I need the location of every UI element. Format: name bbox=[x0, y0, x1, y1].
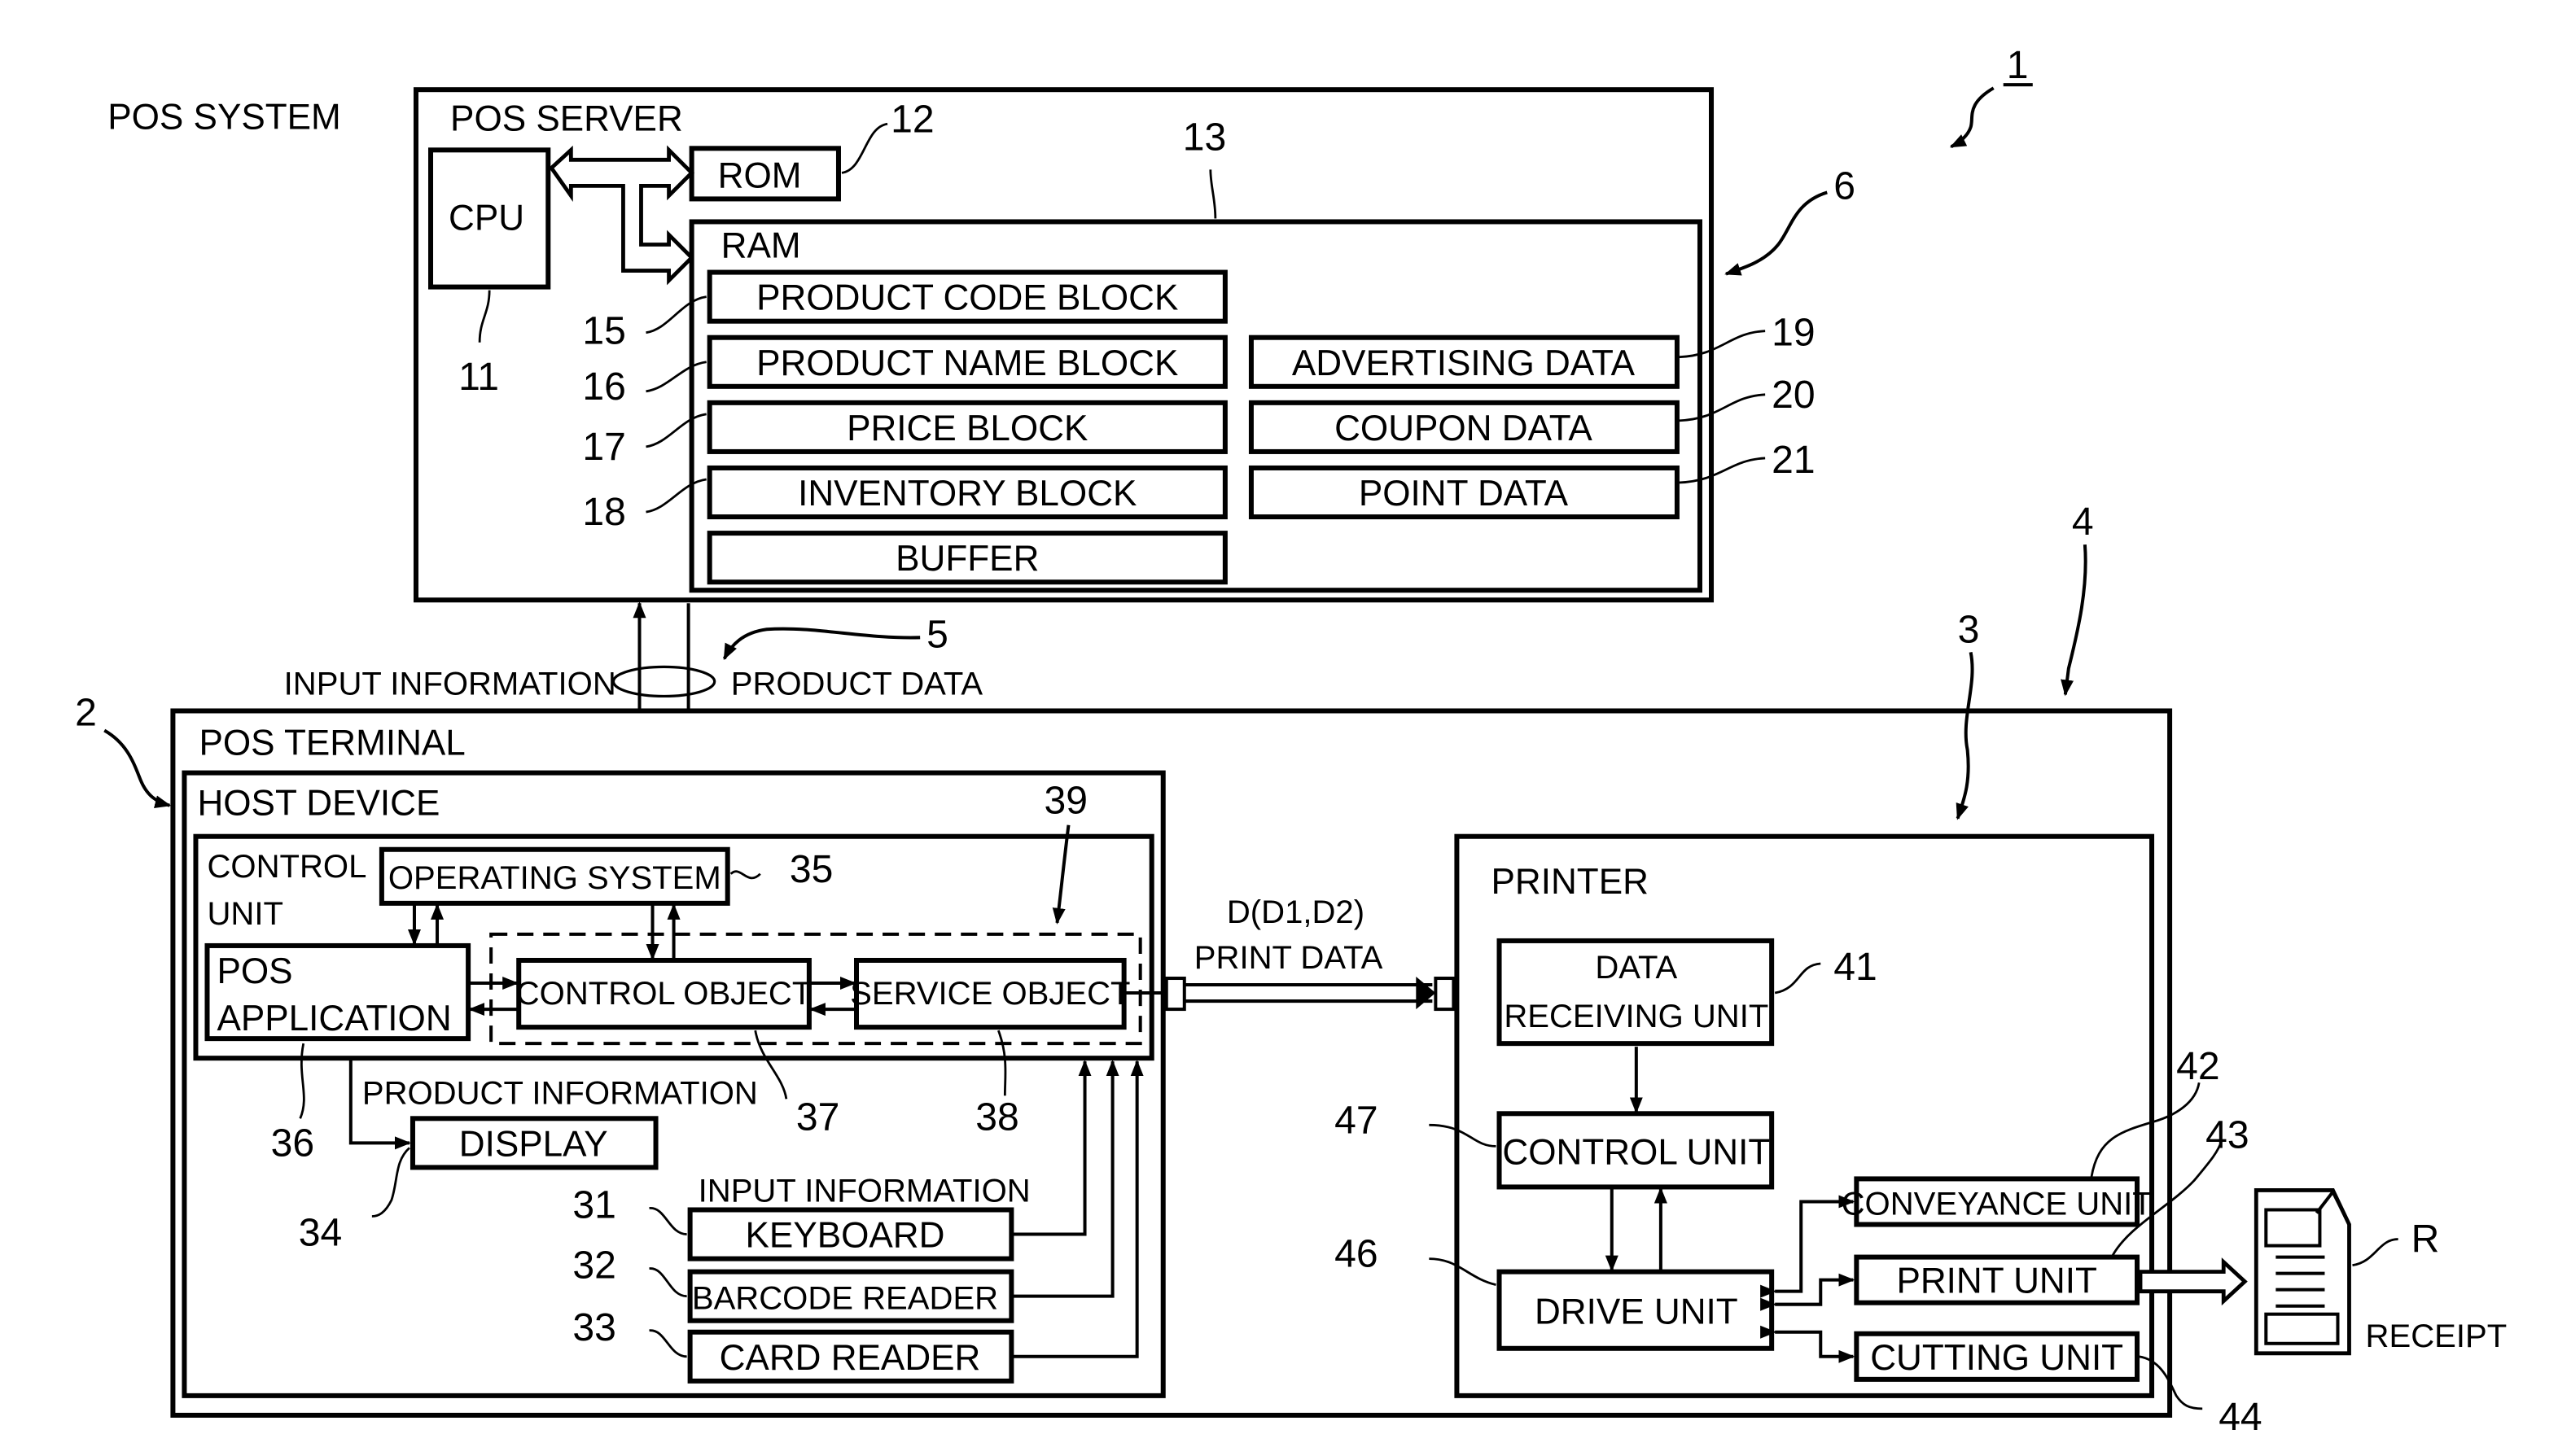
pos-terminal-title: POS TERMINAL bbox=[199, 724, 465, 763]
ram-left-block-label: PRODUCT NAME BLOCK bbox=[756, 343, 1178, 383]
ram-right-block-ref: 20 bbox=[1772, 373, 1815, 417]
receipt: R RECEIPT bbox=[2254, 1188, 2508, 1356]
rom-label: ROM bbox=[718, 155, 802, 195]
ram-left-block-label: PRODUCT CODE BLOCK bbox=[756, 278, 1178, 318]
ram-left-block: BUFFER bbox=[707, 531, 1228, 585]
ram-right-block-label: ADVERTISING DATA bbox=[1292, 343, 1636, 383]
cutting-unit-ref: 44 bbox=[2219, 1395, 2262, 1439]
input-device-ref: 31 bbox=[572, 1183, 615, 1227]
host-device: HOST DEVICE CONTROL UNIT OPERATING SYSTE… bbox=[182, 770, 1166, 1398]
system-ref-number: 1 bbox=[2007, 43, 2029, 87]
ram-left-block-ref: 17 bbox=[582, 425, 625, 469]
terminal-ref: 2 bbox=[75, 690, 97, 734]
host-device-title: HOST DEVICE bbox=[197, 784, 440, 824]
data-receiving-label-2: RECEIVING UNIT bbox=[1504, 999, 1768, 1034]
cutting-unit-label: CUTTING UNIT bbox=[1870, 1338, 2123, 1378]
conveyance-unit-label: CONVEYANCE UNIT bbox=[1842, 1187, 2153, 1222]
data-receiving-ref: 41 bbox=[1833, 945, 1877, 989]
print-unit-ref: 43 bbox=[2205, 1113, 2249, 1156]
pos-terminal: POS TERMINAL 2 4 HOST DEVICE CONTROL UNI… bbox=[75, 500, 2262, 1439]
input-device-ref: 32 bbox=[572, 1244, 615, 1288]
ram-left-block-label: BUFFER bbox=[896, 539, 1039, 579]
cpu-label: CPU bbox=[449, 198, 524, 238]
service-object-label: SERVICE OBJECT bbox=[850, 976, 1130, 1012]
ram-ref: 13 bbox=[1183, 115, 1226, 159]
ram-right-block-label: POINT DATA bbox=[1359, 474, 1569, 514]
pos-app-label-2: APPLICATION bbox=[217, 999, 452, 1038]
pos-system-diagram: POS SYSTEM 1 POS SERVER CPU 11 ROM 12 RA… bbox=[75, 43, 2508, 1439]
control-unit-label-1: CONTROL bbox=[207, 849, 366, 885]
print-unit-label: PRINT UNIT bbox=[1896, 1261, 2096, 1301]
receipt-label: RECEIPT bbox=[2366, 1318, 2508, 1354]
ram-left-block-label: PRICE BLOCK bbox=[847, 409, 1088, 448]
os-ref: 35 bbox=[790, 847, 833, 891]
ram-right-block-label: COUPON DATA bbox=[1334, 409, 1592, 448]
server-ref: 6 bbox=[1833, 164, 1855, 208]
input-information-label: INPUT INFORMATION bbox=[699, 1173, 1031, 1209]
ram-left-block-ref: 16 bbox=[582, 365, 625, 409]
drive-unit-ref: 46 bbox=[1334, 1232, 1378, 1276]
input-device-label: KEYBOARD bbox=[746, 1216, 945, 1256]
rom-ref: 12 bbox=[891, 97, 934, 141]
input-device-label: CARD READER bbox=[720, 1338, 981, 1378]
ram-left-block-label: INVENTORY BLOCK bbox=[798, 474, 1137, 514]
system-ref-pointer: 1 bbox=[1949, 43, 2033, 149]
ram-right-block-ref: 21 bbox=[1772, 438, 1815, 482]
network-up-label: INPUT INFORMATION bbox=[284, 666, 616, 702]
print-data-label-2: PRINT DATA bbox=[1194, 940, 1383, 976]
ram-label: RAM bbox=[721, 226, 801, 266]
network-ref: 5 bbox=[926, 612, 948, 656]
printer-control-unit-ref: 47 bbox=[1334, 1098, 1378, 1142]
pos-server: POS SERVER CPU 11 ROM 12 RAM 13 PRODUCT … bbox=[413, 87, 1855, 603]
printer-title: PRINTER bbox=[1491, 862, 1648, 902]
pos-system-label: POS SYSTEM bbox=[107, 97, 341, 137]
ram-left-block-ref: 15 bbox=[582, 309, 625, 353]
pos-app-ref: 36 bbox=[271, 1121, 314, 1165]
control-object-label: CONTROL OBJECT bbox=[516, 976, 813, 1012]
printer-ref: 3 bbox=[1958, 607, 1980, 651]
ram-left-block-ref: 18 bbox=[582, 490, 625, 534]
product-information-label: PRODUCT INFORMATION bbox=[362, 1075, 758, 1111]
cpu-ref: 11 bbox=[458, 355, 499, 399]
terminal-outer-ref: 4 bbox=[2072, 500, 2094, 544]
control-unit-label-2: UNIT bbox=[207, 896, 283, 932]
service-object-ref: 38 bbox=[975, 1095, 1018, 1139]
input-device-ref: 33 bbox=[572, 1305, 615, 1349]
display-label: DISPLAY bbox=[459, 1124, 608, 1164]
data-receiving-label-1: DATA bbox=[1595, 950, 1677, 986]
print-data-label-1: D(D1,D2) bbox=[1227, 894, 1364, 930]
drive-unit-label: DRIVE UNIT bbox=[1535, 1292, 1738, 1332]
display-ref: 34 bbox=[299, 1211, 342, 1255]
network-down-label: PRODUCT DATA bbox=[731, 666, 983, 702]
pos-app-label-1: POS bbox=[217, 951, 293, 991]
input-device-label: BARCODE READER bbox=[692, 1281, 998, 1317]
ram-right-block-ref: 19 bbox=[1772, 311, 1815, 355]
conveyance-unit-ref: 42 bbox=[2176, 1044, 2219, 1088]
control-object-ref: 37 bbox=[796, 1095, 839, 1139]
driver-group-ref: 39 bbox=[1044, 779, 1087, 823]
pos-server-title: POS SERVER bbox=[450, 98, 683, 138]
os-label: OPERATING SYSTEM bbox=[388, 860, 721, 896]
printer-control-unit-label: CONTROL UNIT bbox=[1502, 1132, 1770, 1172]
receipt-ref: R bbox=[2411, 1218, 2440, 1261]
